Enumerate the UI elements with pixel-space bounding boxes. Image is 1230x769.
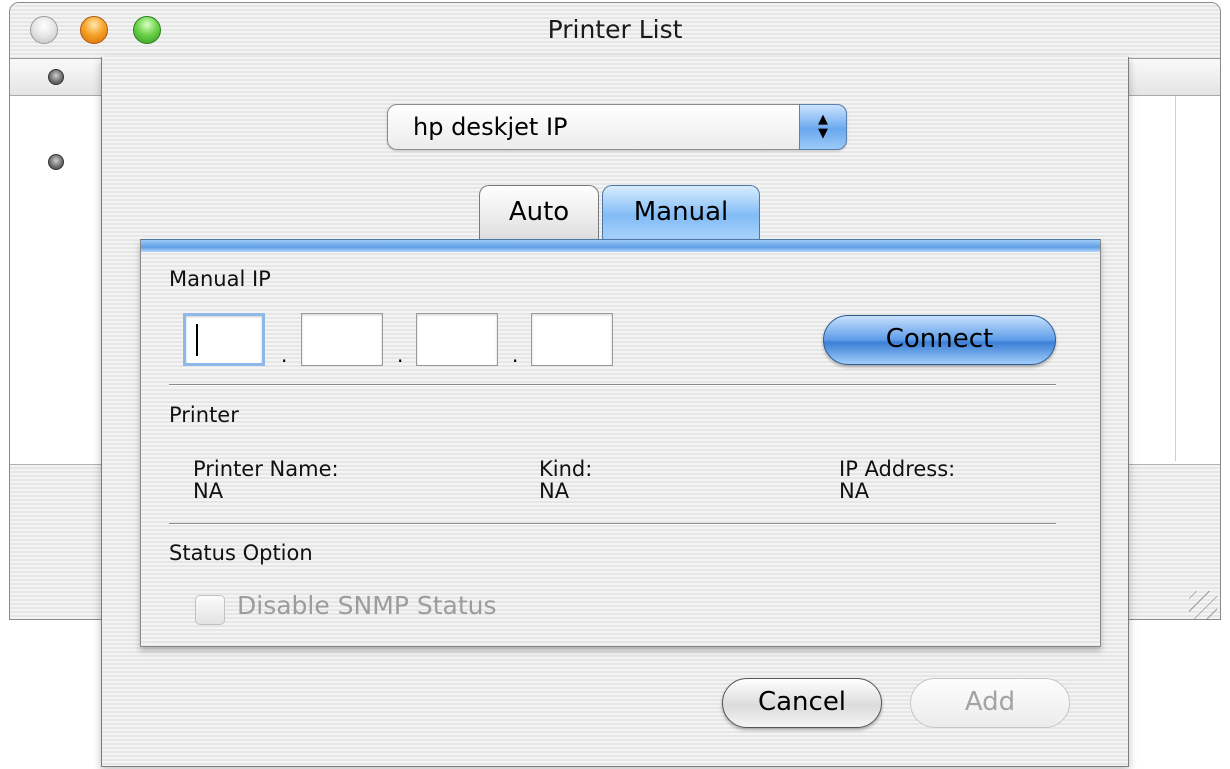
printer-section-label: Printer xyxy=(169,403,239,427)
tab-manual[interactable]: Manual xyxy=(602,185,760,240)
disable-snmp-label[interactable]: Disable SNMP Status xyxy=(237,591,497,620)
popup-arrows-icon: ▲ ▼ xyxy=(799,104,847,150)
section-divider xyxy=(169,523,1056,525)
ip-address-value: NA xyxy=(839,479,870,503)
ip-octet-2-field[interactable] xyxy=(301,313,383,366)
status-option-section-label: Status Option xyxy=(169,541,313,565)
manual-ip-section-label: Manual IP xyxy=(169,267,271,291)
status-column-icon xyxy=(48,69,64,85)
list-scrollbar[interactable] xyxy=(1175,96,1190,461)
kind-label: Kind: xyxy=(539,457,593,481)
ip-address-label: IP Address: xyxy=(839,457,956,481)
window-title: Printer List xyxy=(547,15,683,44)
printer-status-icon xyxy=(48,154,64,170)
printer-type-popup[interactable]: hp deskjet IP ▲ ▼ xyxy=(387,104,847,150)
printer-name-label: Printer Name: xyxy=(193,457,339,481)
tab-auto[interactable]: Auto xyxy=(479,185,599,240)
manual-tab-panel: Manual IP . . . Connect Printer Printer … xyxy=(140,239,1101,647)
resize-grip-icon[interactable] xyxy=(1189,591,1217,619)
ip-dot-separator: . xyxy=(281,343,288,367)
ip-octet-1-field[interactable] xyxy=(183,313,265,366)
tab-bar xyxy=(141,239,1100,252)
text-cursor xyxy=(196,324,198,356)
ip-octet-3-field[interactable] xyxy=(416,313,498,366)
title-bar[interactable]: Printer List xyxy=(10,3,1220,59)
section-divider xyxy=(169,384,1056,386)
printer-type-label: hp deskjet IP xyxy=(413,113,568,141)
connect-button[interactable]: Connect xyxy=(823,315,1056,365)
kind-value: NA xyxy=(539,479,570,503)
cancel-button[interactable]: Cancel xyxy=(722,678,882,728)
printer-name-value: NA xyxy=(193,479,224,503)
add-button[interactable]: Add xyxy=(910,678,1070,728)
ip-dot-separator: . xyxy=(512,343,519,367)
ip-octet-4-field[interactable] xyxy=(531,313,613,366)
add-printer-sheet: hp deskjet IP ▲ ▼ Auto Manual Manual IP .… xyxy=(101,57,1129,767)
disable-snmp-checkbox[interactable] xyxy=(195,595,225,625)
ip-dot-separator: . xyxy=(397,343,404,367)
